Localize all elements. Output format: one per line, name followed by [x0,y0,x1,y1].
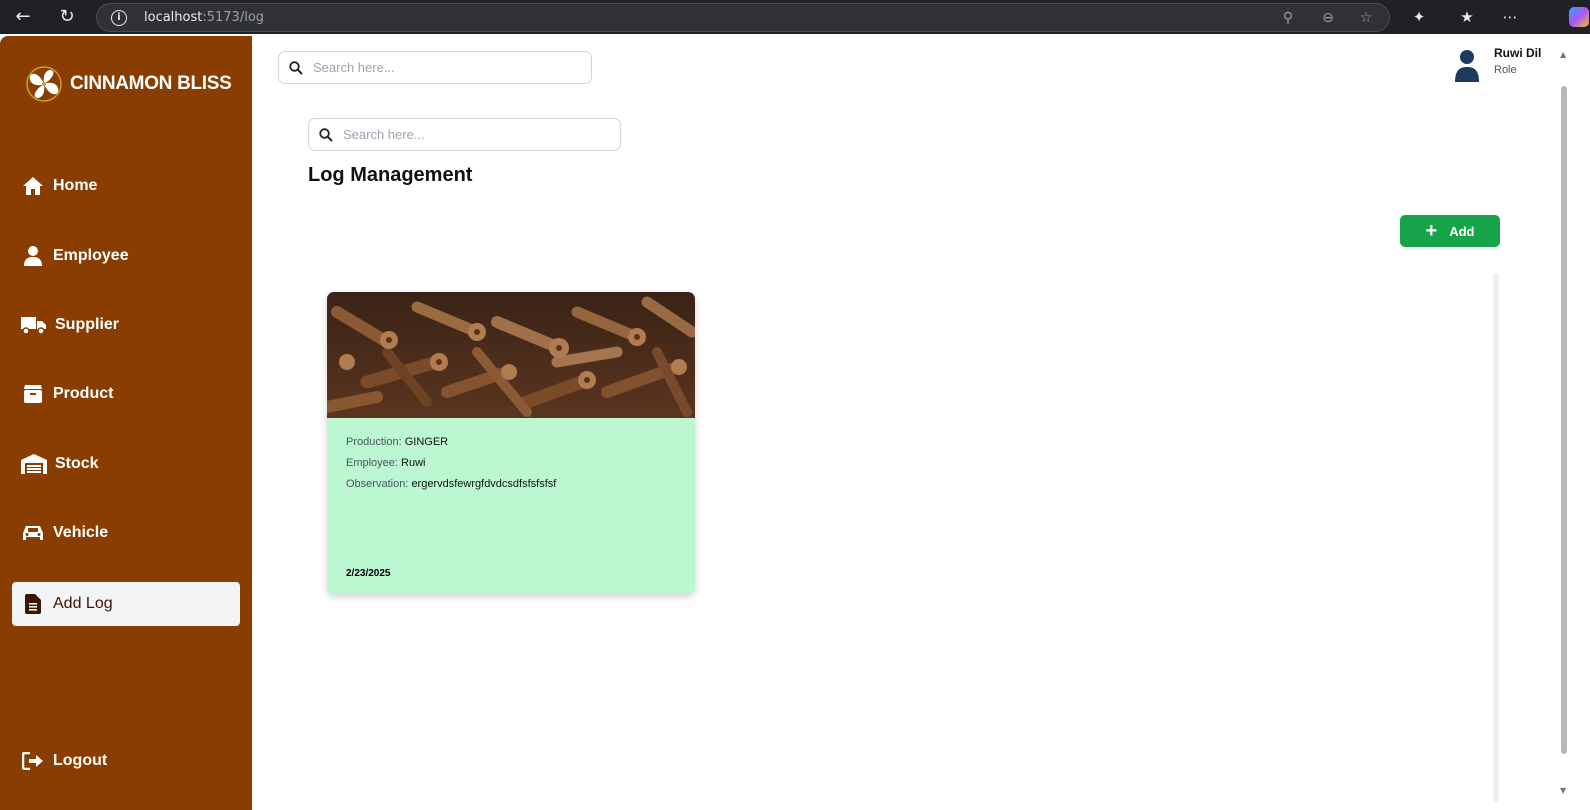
file-icon [21,592,45,616]
copilot-icon[interactable] [1569,7,1589,27]
box-icon [21,382,45,406]
home-icon [21,174,45,198]
browser-toolbar: ← ↻ i localhost:5173/log ⚲ ⊖ ☆ ✦ ★ ⋯ [0,0,1590,34]
cinnamon-leaf-icon [26,66,62,102]
sidebar-item-home[interactable]: Home [12,164,240,208]
sidebar-item-product[interactable]: Product [12,372,240,416]
sidebar-item-add-log[interactable]: Add Log [12,582,240,626]
sidebar-item-label: Vehicle [53,524,109,541]
add-button-label: Add [1449,223,1475,239]
plus-icon: + [1425,220,1438,242]
sidebar-item-vehicle[interactable]: Vehicle [12,511,240,555]
header-search-input[interactable] [313,60,573,75]
logout-icon [21,749,45,773]
brand-logo[interactable]: CINNAMON BLISS [24,64,232,104]
sidebar-item-label: Add Log [53,595,113,612]
scroll-down-icon[interactable]: ▼ [1560,786,1566,795]
sidebar-item-employee[interactable]: Employee [12,234,240,278]
user-icon [21,244,45,268]
key-icon[interactable]: ⚲ [1279,9,1297,27]
page-scrollbar[interactable]: ▲ ▼ [1560,36,1570,810]
log-date: 2/23/2025 [346,568,391,579]
sidebar-item-label: Employee [53,247,129,264]
favorite-star-icon[interactable]: ☆ [1357,9,1375,27]
url-text: localhost:5173/log [144,10,265,25]
sidebar-item-stock[interactable]: Stock [12,442,240,486]
logout-button[interactable]: Logout [12,739,240,783]
log-observation: Observation: ergervdsfewrgfdvdcsdfsfsfsf… [346,478,557,490]
extensions-icon[interactable]: ✦ [1407,5,1431,29]
user-name: Ruwi Dil [1494,46,1542,60]
sidebar-item-label: Supplier [55,316,120,333]
truck-icon [21,313,47,337]
sidebar-item-label: Product [53,385,114,402]
log-search[interactable] [308,118,621,151]
back-arrow-icon[interactable]: ← [9,4,37,30]
scrollbar-thumb[interactable] [1561,86,1567,754]
more-options-icon[interactable]: ⋯ [1498,5,1522,29]
reload-icon[interactable]: ↻ [53,4,81,30]
log-production: Production: GINGER [346,436,449,448]
car-icon [21,521,45,545]
site-info-icon[interactable]: i [111,10,127,26]
sidebar: CINNAMON BLISS Home Employee Supplier Pr… [0,36,252,810]
log-card-body: Production: GINGER Employee: Ruwi Observ… [327,418,695,517]
scroll-up-icon[interactable]: ▲ [1560,50,1566,59]
warehouse-icon [21,452,47,476]
sidebar-item-label: Home [53,177,98,194]
clove-spice-image [327,292,695,418]
header-search[interactable] [278,51,592,84]
address-bar[interactable]: i localhost:5173/log ⚲ ⊖ ☆ [96,3,1390,32]
search-icon [319,127,333,142]
main-content: Ruwi Dil Role Log Management + Add [252,36,1590,810]
logout-label: Logout [53,752,108,769]
log-search-input[interactable] [343,127,603,142]
avatar-icon [1455,50,1479,82]
sidebar-item-supplier[interactable]: Supplier [12,303,240,347]
log-employee: Employee: Ruwi [346,457,426,469]
user-profile[interactable]: Ruwi Dil Role [1450,46,1541,82]
search-icon [289,60,303,75]
page-title: Log Management [308,164,473,186]
list-scrollbar[interactable] [1493,273,1499,803]
add-log-button[interactable]: + Add [1400,215,1500,247]
log-card[interactable]: Production: GINGER Employee: Ruwi Observ… [327,292,695,594]
favorites-icon[interactable]: ★ [1455,5,1479,29]
zoom-out-icon[interactable]: ⊖ [1319,9,1337,27]
brand-name: CINNAMON BLISS [70,73,232,94]
user-role: Role [1494,64,1517,76]
sidebar-item-label: Stock [55,455,99,472]
